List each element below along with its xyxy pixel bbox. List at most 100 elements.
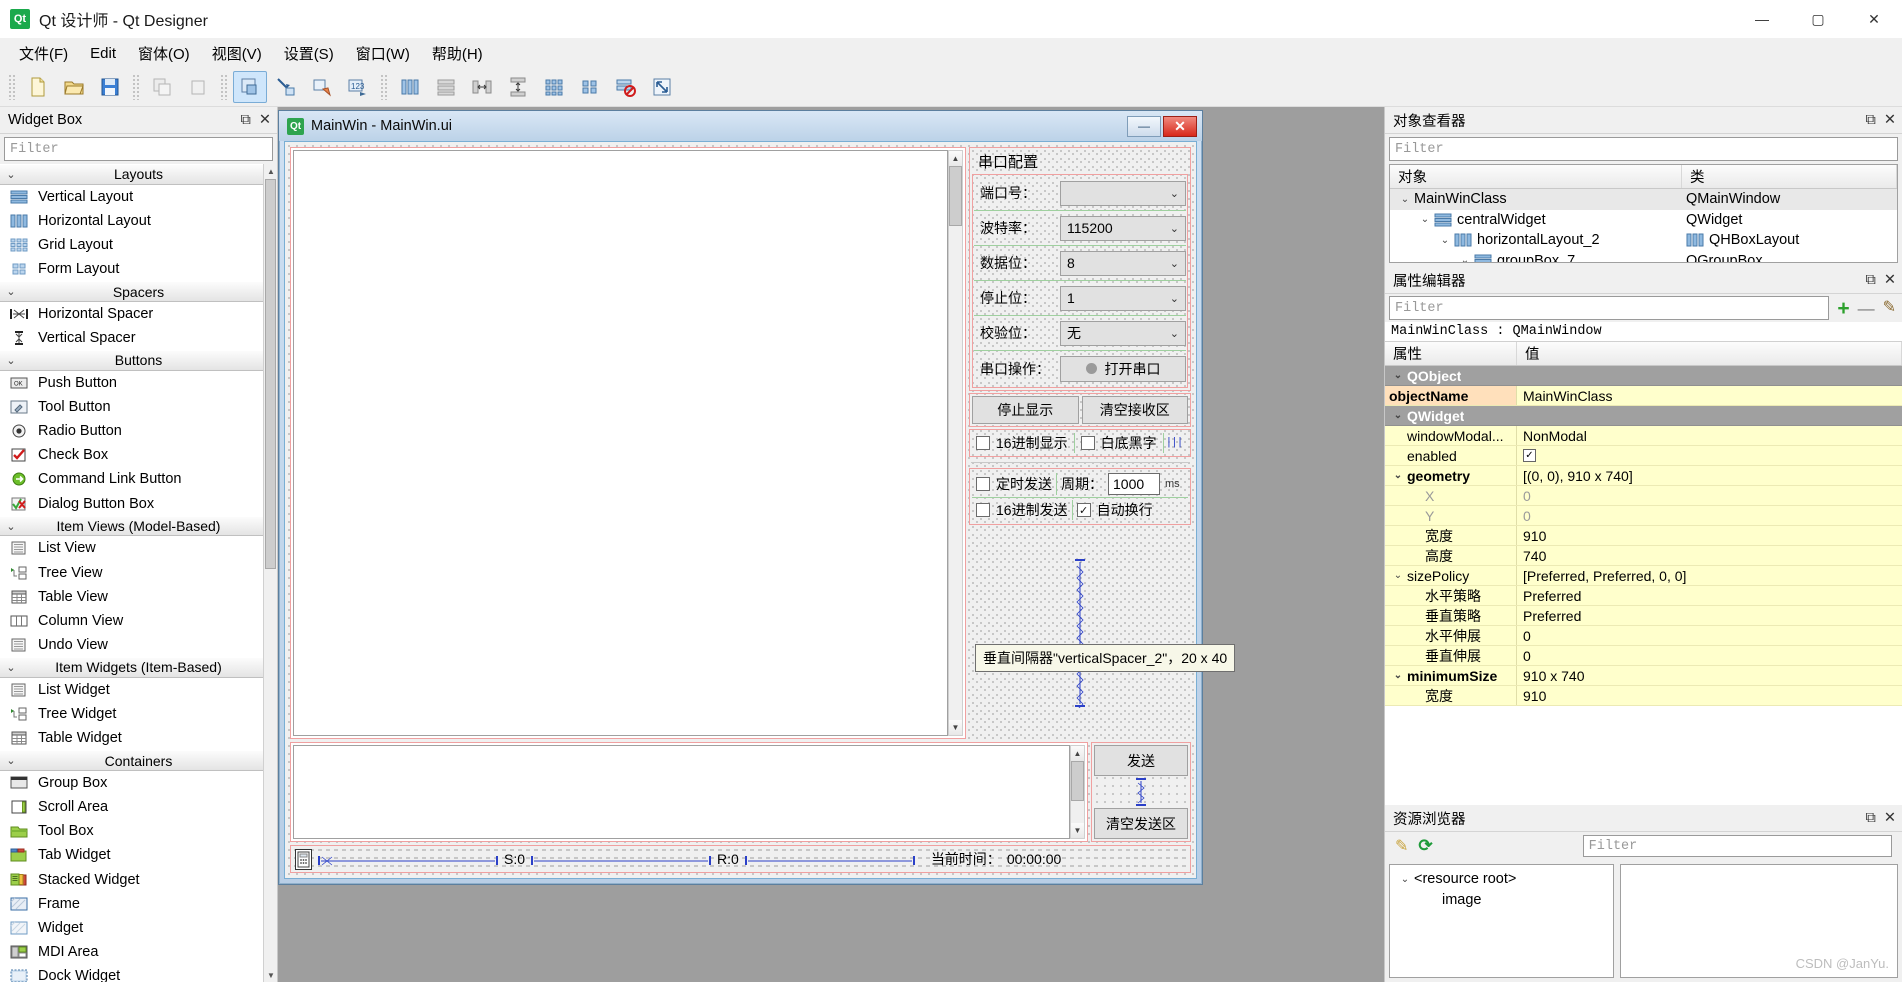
widget-item-vertical-spacer[interactable]: Vertical Spacer <box>0 325 277 351</box>
widget-item-tool-box[interactable]: Tool Box <box>0 819 277 844</box>
property-row-垂直策略[interactable]: 垂直策略 Preferred <box>1385 606 1902 626</box>
menu-help[interactable]: 帮助(H) <box>421 39 494 68</box>
stopbits-combo[interactable]: 1 ⌄ <box>1060 285 1186 311</box>
minimize-button[interactable]: — <box>1734 0 1790 38</box>
close-icon[interactable]: ✕ <box>1884 810 1896 826</box>
widget-item-widget[interactable]: Widget <box>0 915 277 941</box>
widget-item-frame[interactable]: Frame <box>0 891 277 916</box>
property-row-Y[interactable]: Y 0 <box>1385 506 1902 526</box>
property-row-geometry[interactable]: ⌄ geometry [(0, 0), 910 x 740] <box>1385 466 1902 486</box>
widget-item-tree-widget[interactable]: Tree Widget <box>0 701 277 727</box>
widget-item-vertical-layout[interactable]: Vertical Layout <box>0 184 277 209</box>
widget-item-horizontal-layout[interactable]: Horizontal Layout <box>0 208 277 233</box>
widget-item-check-box[interactable]: Check Box <box>0 443 277 468</box>
edit-buddies-icon[interactable] <box>305 71 339 103</box>
widget-item-dialog-button-box[interactable]: Dialog Button Box <box>0 491 277 516</box>
menu-file[interactable]: 文件(F) <box>8 39 79 68</box>
widget-item-list-view[interactable]: List View <box>0 536 277 561</box>
resource-filter-input[interactable]: Filter <box>1582 835 1892 857</box>
chevron-down-icon[interactable]: ⌄ <box>1396 194 1414 205</box>
widget-item-scroll-area[interactable]: Scroll Area <box>0 794 277 820</box>
object-row-horizontalLayout_2[interactable]: ⌄ horizontalLayout_2 QHBoxLayout <box>1390 230 1897 251</box>
send-scrollbar[interactable]: ▲ ▼ <box>1070 745 1085 839</box>
widget-item-group-box[interactable]: Group Box <box>0 770 277 795</box>
open-form-icon[interactable] <box>57 71 91 103</box>
widget-box-scrollbar[interactable]: ▲ ▼ <box>263 164 277 982</box>
widget-item-command-link-button[interactable]: Command Link Button <box>0 467 277 492</box>
scroll-down-icon[interactable]: ▼ <box>949 720 962 735</box>
configure-property-icon[interactable]: ✎ <box>1883 300 1896 316</box>
property-row-宽度[interactable]: 宽度 910 <box>1385 526 1902 546</box>
widget-item-table-view[interactable]: Table View <box>0 584 277 609</box>
property-group-QWidget[interactable]: ⌄ QWidget <box>1385 406 1902 426</box>
property-row-垂直伸展[interactable]: 垂直伸展 0 <box>1385 646 1902 666</box>
widget-item-mdi-area[interactable]: MDI Area <box>0 940 277 965</box>
auto-newline-checkbox[interactable]: ✓ 自动换行 <box>1073 500 1157 520</box>
property-group-QObject[interactable]: ⌄ QObject <box>1385 366 1902 386</box>
hex-send-checkbox[interactable]: 16进制发送 <box>972 500 1072 520</box>
period-input[interactable]: 1000 <box>1108 473 1160 495</box>
close-icon[interactable]: ✕ <box>1884 112 1896 128</box>
edit-tab-order-icon[interactable]: 123 <box>341 71 375 103</box>
property-row-宽度[interactable]: 宽度 910 <box>1385 686 1902 706</box>
property-row-高度[interactable]: 高度 740 <box>1385 546 1902 566</box>
float-icon[interactable]: ⧉ <box>1865 810 1875 826</box>
float-icon[interactable]: ⧉ <box>240 112 250 128</box>
widget-item-form-layout[interactable]: Form Layout <box>0 257 277 282</box>
chevron-down-icon[interactable]: ⌄ <box>1389 670 1407 681</box>
resource-node[interactable]: ⌄ <resource root> <box>1390 869 1613 890</box>
widget-item-horizontal-spacer[interactable]: Horizontal Spacer <box>0 301 277 326</box>
widget-box-category-layouts[interactable]: ⌄ Layouts <box>0 164 277 185</box>
scrollbar-thumb[interactable] <box>265 179 276 569</box>
object-inspector-filter-input[interactable]: Filter <box>1389 137 1898 161</box>
menu-window[interactable]: 窗口(W) <box>345 39 421 68</box>
layout-form-icon[interactable] <box>573 71 607 103</box>
widget-item-undo-view[interactable]: Undo View <box>0 633 277 658</box>
clear-send-button[interactable]: 清空发送区 <box>1094 808 1188 839</box>
vertical-spacer-2[interactable] <box>969 527 1191 739</box>
menu-form[interactable]: 窗体(O) <box>127 39 201 68</box>
edit-resources-icon[interactable]: ✎ <box>1395 836 1408 856</box>
form-minimize-button[interactable]: — <box>1127 115 1161 137</box>
send-textedit[interactable]: ▲ ▼ <box>290 742 1088 842</box>
toolbar-grip[interactable] <box>8 74 16 100</box>
widget-box-category-buttons[interactable]: ⌄ Buttons <box>0 350 277 371</box>
widget-box-category-containers[interactable]: ⌄ Containers <box>0 750 277 771</box>
clear-receive-button[interactable]: 清空接收区 <box>1081 396 1188 424</box>
scroll-up-icon[interactable]: ▲ <box>1071 746 1084 761</box>
layout-in-splitter-h-icon[interactable] <box>465 71 499 103</box>
toolbar-grip-2[interactable] <box>132 74 140 100</box>
layout-in-splitter-v-icon[interactable] <box>501 71 535 103</box>
chevron-down-icon[interactable]: ⌄ <box>1436 235 1454 246</box>
object-row-MainWinClass[interactable]: ⌄ MainWinClass QMainWindow <box>1390 189 1897 210</box>
chevron-down-icon[interactable]: ⌄ <box>1456 255 1474 262</box>
close-button[interactable]: ✕ <box>1846 0 1902 38</box>
float-icon[interactable]: ⧉ <box>1865 112 1875 128</box>
menu-settings[interactable]: 设置(S) <box>273 39 345 68</box>
baudrate-combo[interactable]: 115200 ⌄ <box>1060 215 1186 241</box>
widget-item-push-button[interactable]: OK Push Button <box>0 370 277 395</box>
undo-icon[interactable] <box>145 71 179 103</box>
new-form-icon[interactable] <box>21 71 55 103</box>
object-row-centralWidget[interactable]: ⌄ centralWidget QWidget <box>1390 210 1897 231</box>
vertical-spacer-icon[interactable] <box>1094 778 1188 806</box>
scroll-up-icon[interactable]: ▲ <box>264 164 277 178</box>
property-row-X[interactable]: X 0 <box>1385 486 1902 506</box>
adjust-size-icon[interactable] <box>645 71 679 103</box>
widget-box-category-item-widgets-item-based[interactable]: ⌄ Item Widgets (Item-Based) <box>0 657 277 678</box>
widget-item-table-widget[interactable]: Table Widget <box>0 726 277 751</box>
checkbox-checked-icon[interactable]: ✓ <box>1523 449 1536 462</box>
widget-box-category-item-views-model-based[interactable]: ⌄ Item Views (Model-Based) <box>0 515 277 537</box>
widget-item-list-widget[interactable]: List Widget <box>0 677 277 702</box>
port-combo[interactable]: ⌄ <box>1060 180 1186 206</box>
menu-view[interactable]: 视图(V) <box>201 39 273 68</box>
stop-display-button[interactable]: 停止显示 <box>972 396 1079 424</box>
toolbar-grip-4[interactable] <box>380 74 388 100</box>
layout-grid-icon[interactable] <box>537 71 571 103</box>
form-close-button[interactable]: ✕ <box>1163 115 1197 137</box>
layout-horizontally-icon[interactable] <box>393 71 427 103</box>
remove-property-icon[interactable]: — <box>1858 300 1875 317</box>
property-row-objectName[interactable]: objectName MainWinClass <box>1385 386 1902 406</box>
white-bg-checkbox[interactable]: 白底黑字 <box>1077 433 1161 453</box>
widget-item-dock-widget[interactable]: Dock Widget <box>0 964 277 982</box>
